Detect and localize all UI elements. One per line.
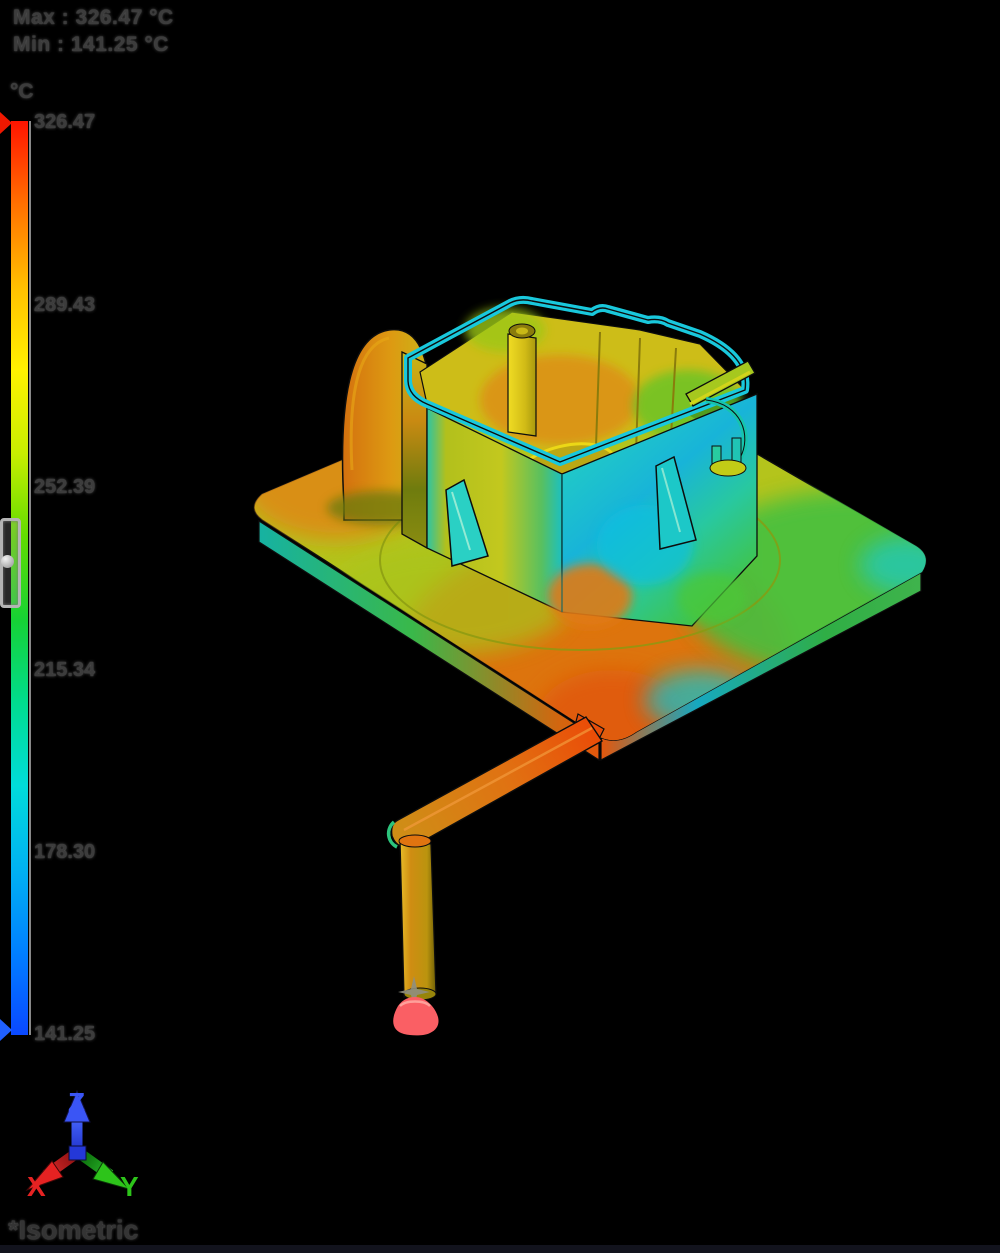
legend-tick-2: 252.39 [34,476,95,499]
legend-unit-label: °C [10,80,34,104]
view-orientation-label: *Isometric [8,1215,139,1246]
part-runner-sprue[interactable] [389,714,604,1035]
legend-tick-1: 289.43 [34,294,95,317]
box-inner-tube [508,334,536,436]
y-axis-label: Y [120,1171,139,1202]
x-axis-label: X [27,1171,46,1202]
legend-tick-0: 326.47 [34,111,95,134]
legend-max-arrow-icon [0,112,12,134]
legend-slider-knob[interactable] [1,555,14,568]
viewport-3d[interactable]: X Y Z Max : 326.47 °C Min : 141.25 °C °C… [0,0,1000,1253]
legend-tick-4: 178.30 [34,841,95,864]
model-canvas[interactable]: X Y Z [0,0,1000,1253]
max-temperature-readout: Max : 326.47 °C [13,6,174,30]
sprue-tip-cone [393,997,438,1035]
legend-slider-handle[interactable] [0,518,21,608]
legend-min-arrow-icon [0,1019,12,1041]
bottom-edge-strip [0,1245,1000,1253]
runner-bar [392,717,602,847]
legend-tick-3: 215.34 [34,659,95,682]
min-temperature-readout: Min : 141.25 °C [13,33,169,57]
legend-tick-5: 141.25 [34,1023,95,1046]
triad-origin-cube [69,1146,86,1160]
sprue-cylinder [400,840,436,997]
z-axis-label: Z [68,1087,85,1118]
legend-track-line [29,121,31,1035]
orientation-triad[interactable]: X Y Z [27,1087,139,1202]
